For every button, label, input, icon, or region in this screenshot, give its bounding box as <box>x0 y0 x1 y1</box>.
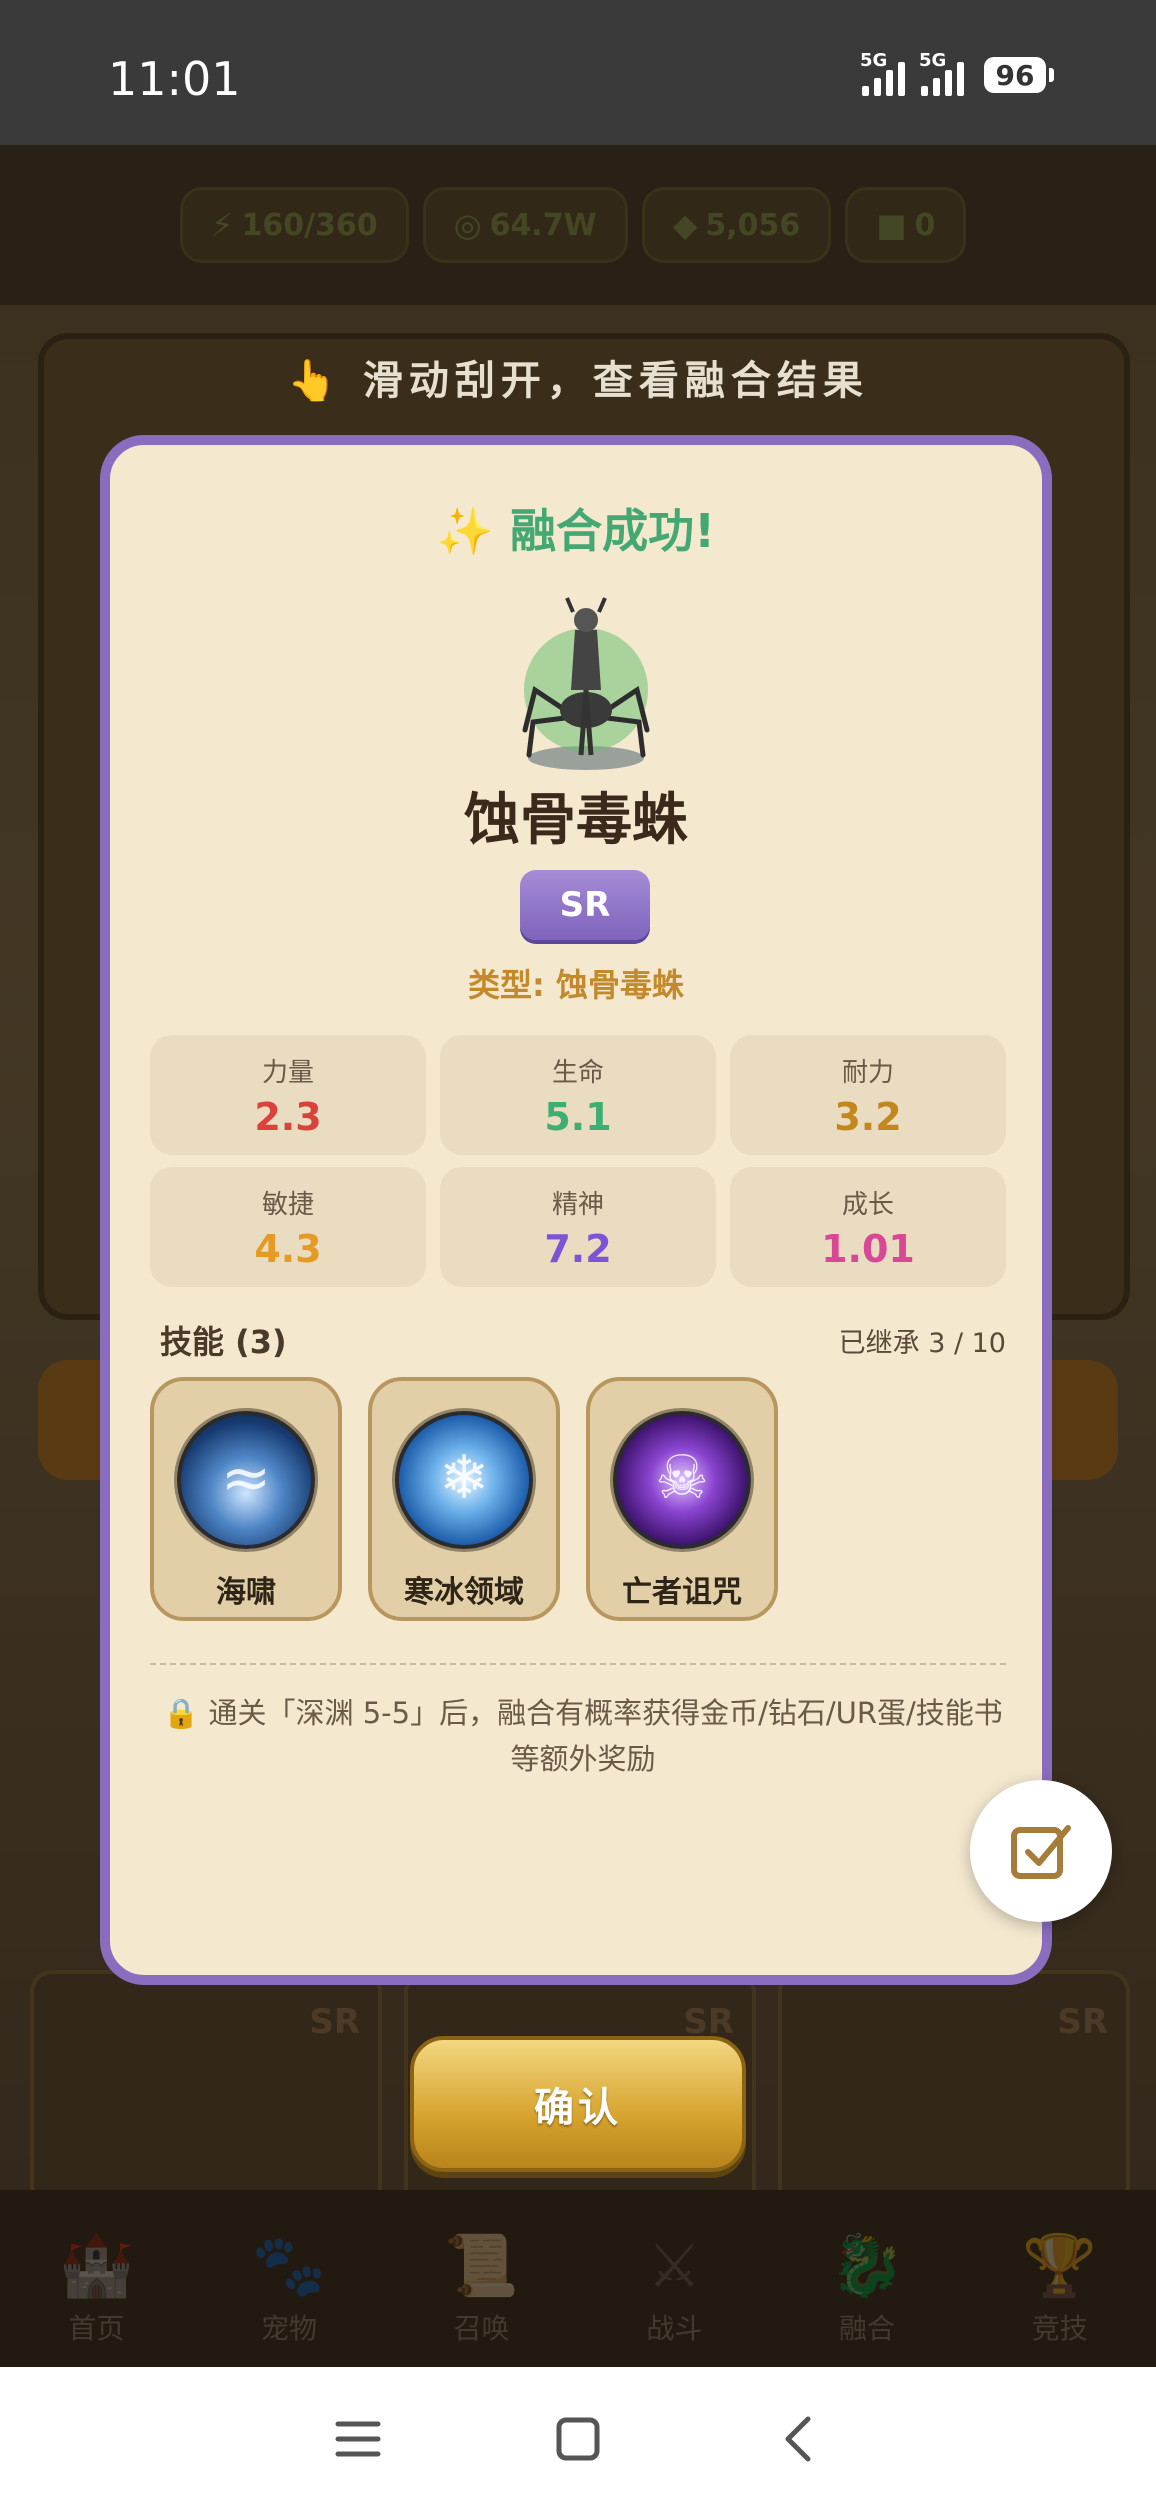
pet-name: 蚀骨毒蛛 <box>464 788 688 853</box>
stat-spirit: 精神 7.2 <box>440 1167 716 1287</box>
skills-list: ≈ 海啸 ❄ 寒冰领域 ☠ 亡者诅咒 <box>150 1377 778 1621</box>
divider <box>150 1663 1006 1665</box>
signal-icon: 5G <box>919 50 964 96</box>
stat-agility: 敏捷 4.3 <box>150 1167 426 1287</box>
system-nav-bar <box>0 2367 1156 2510</box>
checklist-button[interactable] <box>970 1780 1112 1922</box>
check-square-icon <box>1011 1825 1071 1879</box>
skills-title: 技能 (3) <box>160 1323 287 1361</box>
skill-card[interactable]: ❄ 寒冰领域 <box>368 1377 560 1621</box>
stat-endurance: 耐力 3.2 <box>730 1035 1006 1155</box>
rarity-badge: SR <box>520 870 650 940</box>
death-curse-icon: ☠ <box>613 1411 751 1549</box>
scratch-hint: 👆 滑动刮开，查看融合结果 <box>287 358 869 404</box>
tsunami-icon: ≈ <box>177 1411 315 1549</box>
stats-grid: 力量 2.3 生命 5.1 耐力 3.2 敏捷 4.3 精神 7.2 成长 1.01 <box>150 1035 1006 1287</box>
confirm-button[interactable]: 确认 <box>410 2036 746 2172</box>
skill-name: 寒冰领域 <box>404 1575 524 1610</box>
fusion-result-dialog: ✨ 融合成功! 蚀骨毒蛛 SR 类型: 蚀骨毒蛛 力量 2.3 生命 5.1 耐力 3… <box>100 435 1052 1985</box>
skill-name: 海啸 <box>216 1575 276 1610</box>
skill-card[interactable]: ☠ 亡者诅咒 <box>586 1377 778 1621</box>
sparkle-icon: ✨ <box>436 504 495 558</box>
skills-header: 技能 (3) 已继承 3 / 10 <box>160 1317 1006 1363</box>
stat-strength: 力量 2.3 <box>150 1035 426 1155</box>
skill-card[interactable]: ≈ 海啸 <box>150 1377 342 1621</box>
skill-name: 亡者诅咒 <box>622 1575 742 1610</box>
success-title: ✨ 融合成功! <box>436 504 716 558</box>
stat-growth: 成长 1.01 <box>730 1167 1006 1287</box>
reward-note: 🔒 通关「深渊 5-5」后，融合有概率获得金币/钻石/UR蛋/技能书等额外奖励 <box>163 1696 1003 1776</box>
inherit-count: 已继承 3 / 10 <box>838 1327 1006 1359</box>
back-icon[interactable] <box>768 2409 828 2469</box>
menu-icon[interactable] <box>328 2409 388 2469</box>
home-icon[interactable] <box>548 2409 608 2469</box>
status-bar: 11:01 5G 5G 96 <box>0 0 1156 145</box>
pet-type: 类型: 蚀骨毒蛛 <box>468 966 684 1004</box>
ice-field-icon: ❄ <box>395 1411 533 1549</box>
battery-icon: 96 <box>984 57 1054 93</box>
status-time: 11:01 <box>108 52 241 106</box>
stat-health: 生命 5.1 <box>440 1035 716 1155</box>
pet-portrait <box>522 597 650 770</box>
status-icons: 5G 5G 96 <box>860 50 1054 96</box>
signal-icon: 5G <box>860 50 905 96</box>
